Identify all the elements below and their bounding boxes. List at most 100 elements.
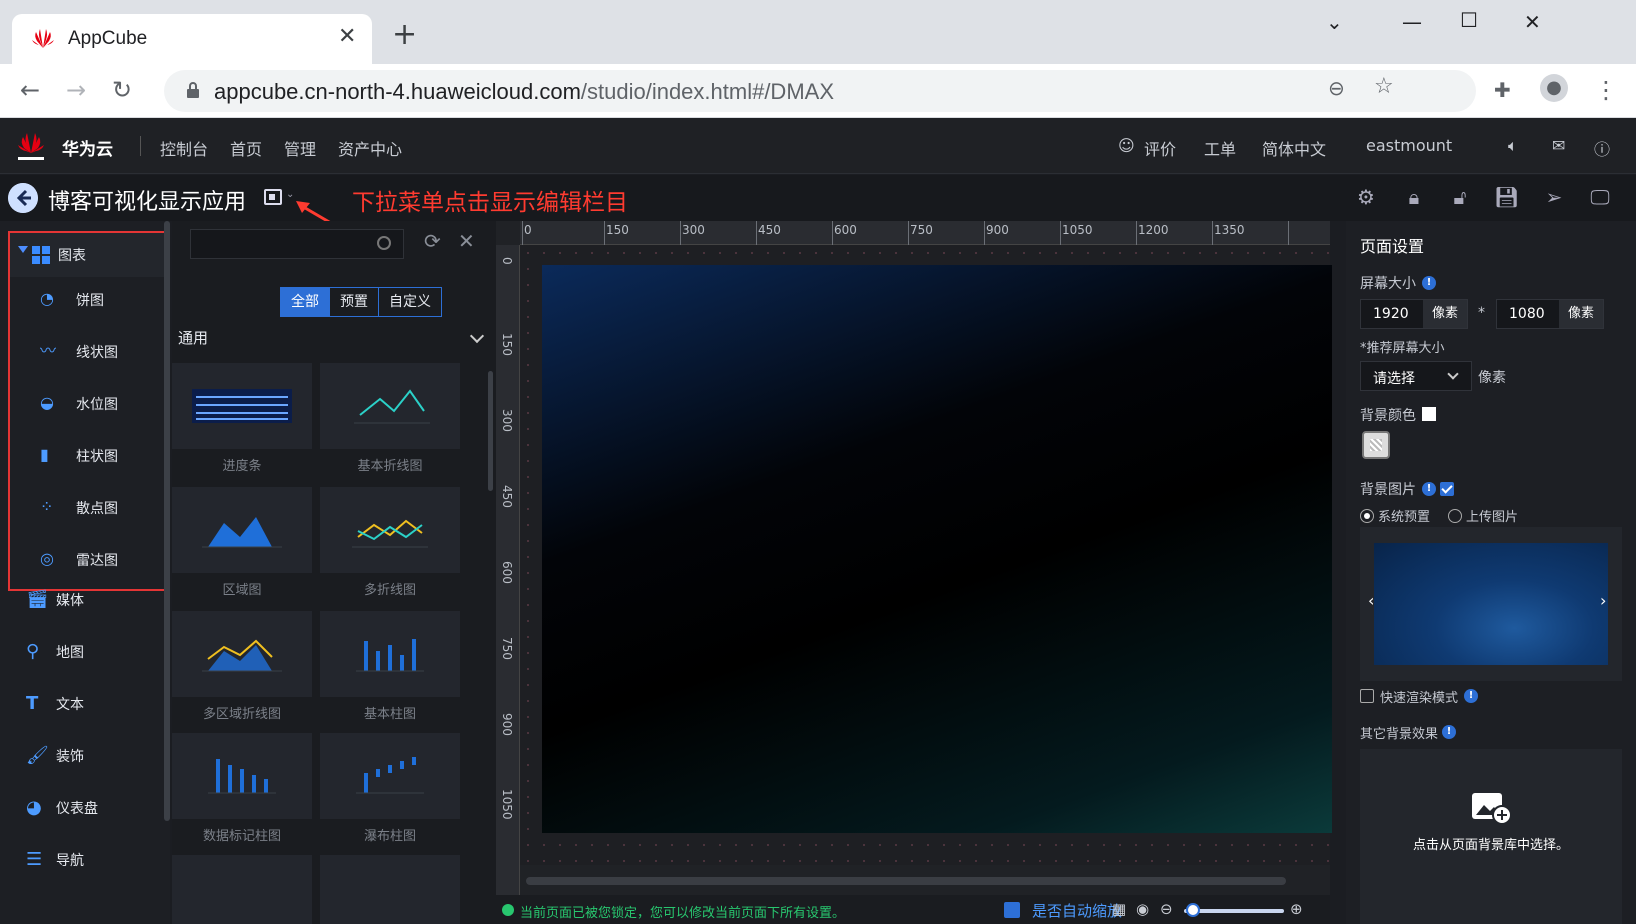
- fast-render-checkbox[interactable]: [1360, 689, 1374, 703]
- zoom-out-icon[interactable]: ⊖: [1160, 900, 1173, 918]
- component-search-input[interactable]: [190, 229, 404, 259]
- tab-search-icon[interactable]: ⌄: [1326, 10, 1343, 34]
- mail-icon[interactable]: ✉: [1552, 136, 1565, 155]
- nav-assets[interactable]: 资产中心: [338, 136, 402, 160]
- tab-custom[interactable]: 自定义: [379, 288, 441, 316]
- refresh-icon[interactable]: ⟳: [424, 229, 441, 253]
- component-partial[interactable]: [320, 855, 460, 924]
- zoom-icon[interactable]: ⊖: [1328, 76, 1345, 100]
- info-icon[interactable]: !: [1464, 689, 1478, 703]
- unlock-page-icon[interactable]: 🔓︎: [1448, 185, 1472, 209]
- radio-upload-image[interactable]: [1448, 509, 1462, 523]
- nav-item-decoration[interactable]: 🖌︎ 装饰: [26, 741, 166, 771]
- nav-item-scatter[interactable]: ⁘ 散点图: [36, 493, 166, 523]
- paint-roller-icon: 🖌︎: [26, 745, 49, 766]
- component-marked-bar[interactable]: [172, 733, 312, 819]
- component-area[interactable]: [172, 487, 312, 573]
- bookmark-star-icon[interactable]: ☆: [1374, 74, 1394, 99]
- nav-item-map[interactable]: ⚲ 地图: [26, 637, 166, 667]
- lock-page-icon[interactable]: 🔒︎: [1402, 185, 1426, 209]
- close-library-icon[interactable]: ✕: [458, 229, 475, 253]
- canvas-horizontal-scrollbar[interactable]: [526, 877, 1286, 885]
- page-menu-dropdown-icon[interactable]: [264, 189, 282, 205]
- nav-home[interactable]: 首页: [230, 136, 262, 160]
- browser-tab[interactable]: AppCube ✕: [12, 14, 372, 64]
- publish-icon[interactable]: ➢: [1542, 185, 1566, 209]
- zoom-in-icon[interactable]: ⊕: [1290, 900, 1303, 918]
- auto-zoom-checkbox[interactable]: [1004, 902, 1020, 918]
- bg-library-picker[interactable]: 点击从页面背景库中选择。: [1360, 749, 1622, 924]
- nav-item-navigation[interactable]: ☰ 导航: [26, 845, 166, 875]
- height-unit: 像素: [1559, 300, 1603, 328]
- component-basic-bar[interactable]: [320, 611, 460, 697]
- preview-screen-icon[interactable]: 🖵︎: [1588, 185, 1612, 209]
- nav-item-label: 地图: [56, 645, 84, 661]
- info-icon[interactable]: !: [1422, 482, 1436, 496]
- chart-category-header[interactable]: 图表: [10, 233, 164, 277]
- component-label: 基本折线图: [357, 459, 423, 474]
- recommend-size-select[interactable]: 请选择: [1360, 361, 1472, 391]
- help-icon[interactable]: ⓘ: [1594, 136, 1610, 160]
- ticket-link[interactable]: 工单: [1204, 136, 1236, 160]
- component-basic-line[interactable]: [320, 363, 460, 449]
- nav-item-dashboard[interactable]: ◕ 仪表盘: [26, 793, 166, 823]
- component-partial[interactable]: [172, 855, 312, 924]
- library-scrollbar[interactable]: [488, 371, 493, 491]
- tab-preset[interactable]: 预置: [330, 288, 379, 316]
- forward-arrow-icon[interactable]: →: [66, 76, 86, 104]
- bg-color-swatch[interactable]: [1422, 407, 1436, 421]
- bg-image-checkbox[interactable]: [1440, 482, 1454, 496]
- category-collapse-icon[interactable]: [469, 328, 485, 344]
- component-waterfall-bar[interactable]: [320, 733, 460, 819]
- extensions-icon[interactable]: ✚: [1494, 78, 1511, 102]
- nav-manage[interactable]: 管理: [284, 136, 316, 160]
- transparent-color-picker[interactable]: [1362, 431, 1390, 459]
- nav-item-water-level[interactable]: ◒ 水位图: [36, 389, 166, 419]
- speaker-icon[interactable]: 🔈︎: [1508, 136, 1518, 156]
- profile-avatar-icon[interactable]: ●: [1540, 74, 1568, 102]
- settings-gear-icon[interactable]: ⚙: [1354, 185, 1378, 209]
- nav-console[interactable]: 控制台: [160, 136, 208, 160]
- screen-width-input[interactable]: 1920 像素: [1360, 299, 1468, 329]
- back-circle-icon[interactable]: [8, 183, 38, 213]
- nav-item-radar[interactable]: ◎ 雷达图: [36, 545, 166, 575]
- zoom-slider-handle[interactable]: [1186, 903, 1200, 917]
- nav-item-bar[interactable]: ▮ 柱状图: [36, 441, 166, 471]
- save-icon[interactable]: 💾︎: [1494, 185, 1519, 209]
- info-icon[interactable]: !: [1442, 725, 1456, 739]
- new-tab-icon[interactable]: +: [392, 20, 417, 50]
- tab-all[interactable]: 全部: [281, 288, 330, 316]
- nav-item-pie[interactable]: ◔ 饼图: [36, 285, 166, 315]
- info-icon[interactable]: !: [1422, 276, 1436, 290]
- screen-height-input[interactable]: 1080 像素: [1496, 299, 1604, 329]
- eye-icon[interactable]: ◉: [1136, 900, 1149, 918]
- nav-item-text[interactable]: T 文本: [26, 689, 166, 719]
- address-bar[interactable]: appcube.cn-north-4.huaweicloud.com/studi…: [164, 70, 1476, 112]
- browser-menu-icon[interactable]: ⋮: [1594, 76, 1618, 104]
- scatter-chart-icon: ⁘: [40, 497, 54, 516]
- screen-artboard[interactable]: [542, 265, 1332, 833]
- nav-item-media[interactable]: 🎬︎ 媒体: [26, 585, 166, 615]
- back-arrow-icon[interactable]: ←: [20, 76, 40, 104]
- user-name[interactable]: eastmount: [1366, 136, 1452, 155]
- tab-close-icon[interactable]: ✕: [338, 24, 356, 49]
- bg-preview-image[interactable]: [1374, 543, 1608, 665]
- language-link[interactable]: 简体中文: [1262, 136, 1326, 160]
- rate-link[interactable]: 评价: [1144, 136, 1176, 160]
- component-multi-area[interactable]: [172, 611, 312, 697]
- radio-system-preset[interactable]: [1360, 509, 1374, 523]
- minimize-icon[interactable]: —: [1402, 10, 1422, 34]
- chevron-right-icon[interactable]: ›: [1600, 591, 1606, 610]
- marked-bar-preview-icon: [208, 759, 276, 794]
- chevron-left-icon[interactable]: ‹: [1368, 591, 1374, 610]
- window-close-icon[interactable]: ✕: [1524, 10, 1541, 34]
- component-progress-bar[interactable]: [172, 363, 312, 449]
- nav-item-line[interactable]: 〰 线状图: [36, 337, 166, 367]
- smile-icon[interactable]: ☺: [1118, 136, 1135, 155]
- maximize-icon[interactable]: ☐: [1460, 8, 1478, 32]
- bg-image-carousel: ‹ ›: [1360, 527, 1622, 681]
- grid-view-icon[interactable]: ▦: [1112, 900, 1126, 918]
- component-multi-line[interactable]: [320, 487, 460, 573]
- reload-icon[interactable]: ↻: [112, 76, 132, 104]
- left-nav-scrollbar[interactable]: [164, 221, 170, 821]
